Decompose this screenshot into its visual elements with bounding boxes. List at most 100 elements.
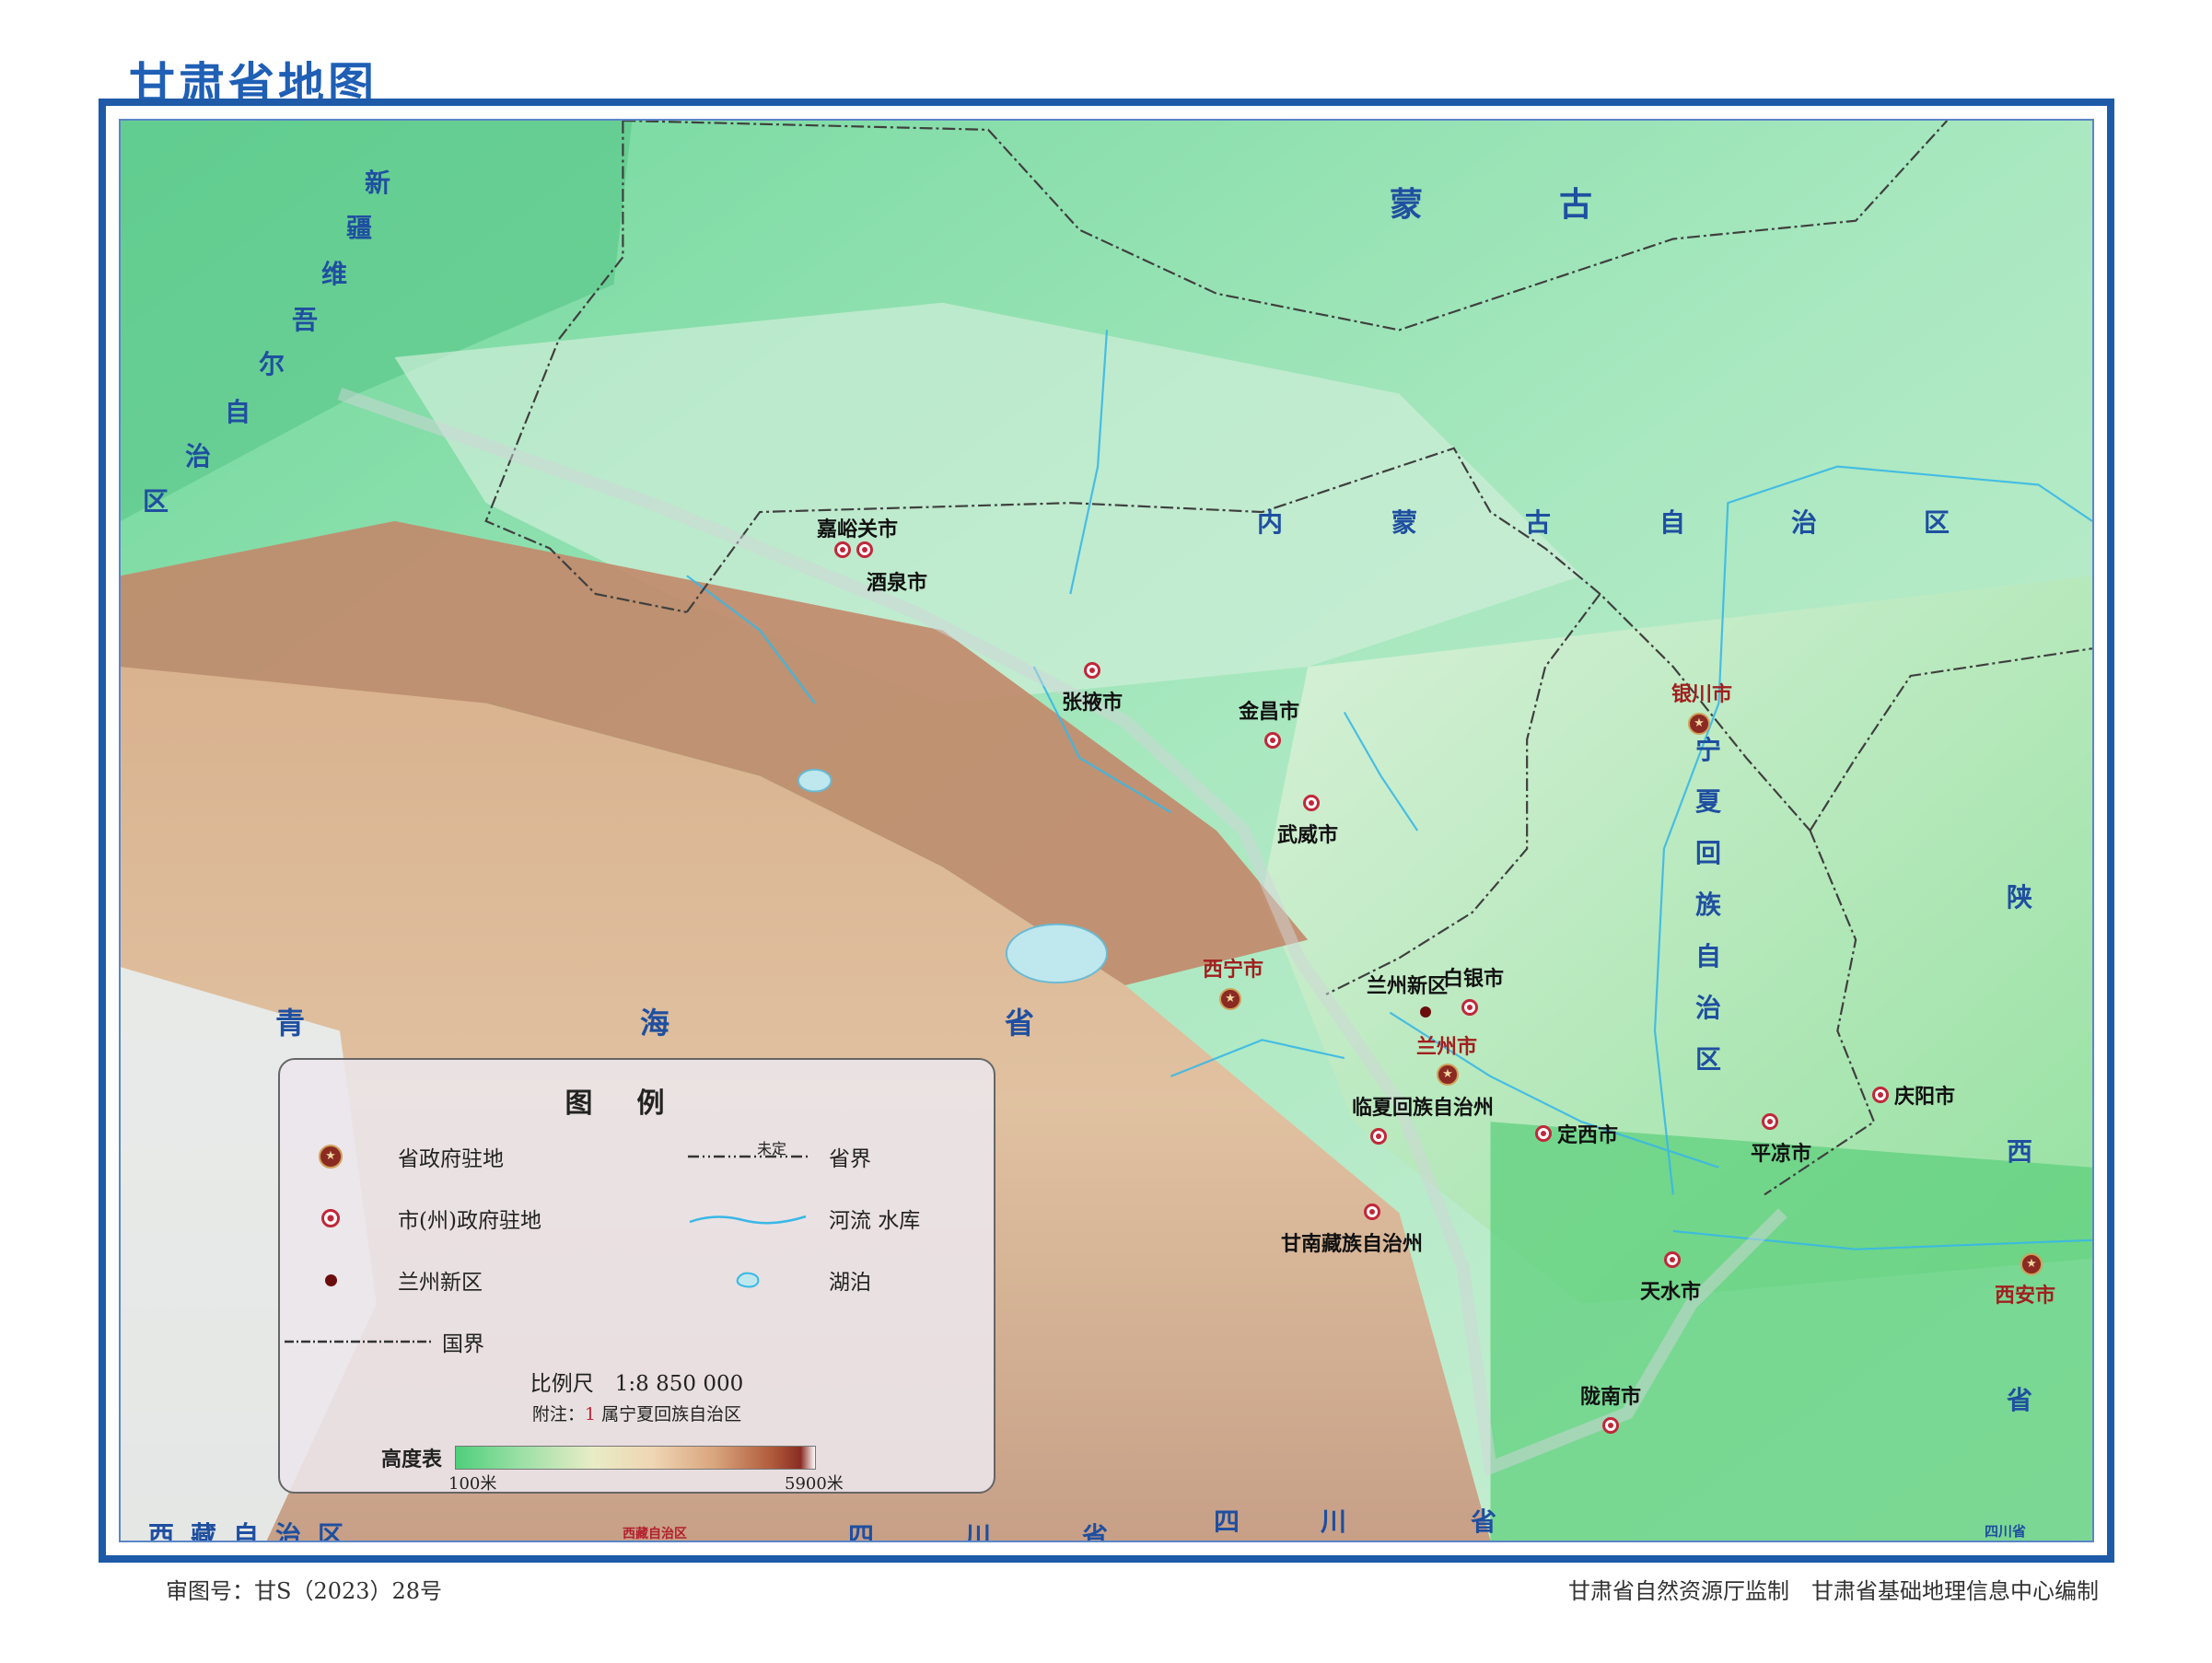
capital-star-icon: ★ [1219, 988, 1241, 1010]
city-jiayuguan-label: 嘉峪关市 [817, 518, 899, 541]
city-lanzhou-new[interactable]: 兰州新区 [1367, 970, 1448, 1018]
city-linxia-label: 临夏回族自治州 [1352, 1097, 1495, 1120]
city-gannan[interactable]: 甘南藏族自治州 [1281, 1204, 1423, 1257]
city-dingxi-label: 定西市 [1557, 1124, 1619, 1147]
label-sichuan-1: 四 [848, 1521, 875, 1542]
legend-capital-label: 省政府驻地 [398, 1147, 504, 1171]
prefecture-seat-icon [834, 541, 851, 558]
label-mongolia-2: 古 [1559, 185, 1593, 224]
label-mongolia-1: 蒙 [1390, 185, 1424, 224]
city-xian[interactable]: ★ 西安市 [1995, 1253, 2055, 1308]
city-zhangye[interactable]: 张掖市 [1062, 662, 1123, 715]
legend-river: 河流 水库 [683, 1203, 920, 1234]
label-ningxia-5: 自 [1695, 941, 1722, 971]
legend-panel: 图例 ★ 省政府驻地 市(州)政府驻地 兰州新区 国界 未定 省界 河流 水库 … [278, 1058, 995, 1494]
city-gannan-label: 甘南藏族自治州 [1281, 1233, 1424, 1256]
city-wuwei[interactable]: 武威市 [1277, 795, 1338, 848]
legend-national-border: 国界 [280, 1326, 484, 1357]
provincial-border-line-icon [688, 1155, 808, 1158]
city-tianshui-label: 天水市 [1640, 1281, 1702, 1304]
city-qingyang-label: 庆阳市 [1894, 1086, 1956, 1109]
label-sichuan-r2: 川 [1321, 1506, 1347, 1537]
undetermined-label: 未定 [757, 1140, 787, 1157]
prefecture-seat-icon [321, 1209, 340, 1227]
elevation-min: 100米 [448, 1474, 497, 1494]
label-sichuan-3: 省 [1082, 1521, 1109, 1542]
legend-title: 图例 [565, 1087, 709, 1120]
city-linxia[interactable]: 临夏回族自治州 [1352, 1091, 1494, 1145]
city-jiuquan-label: 酒泉市 [867, 572, 928, 595]
elevation-gradient-bar [455, 1446, 817, 1470]
capital-star-icon: ★ [1688, 713, 1710, 735]
label-xinjiang-3: 维 [321, 259, 348, 289]
label-inner-mongolia-5: 治 [1791, 507, 1818, 538]
legend-national-border-label: 国界 [442, 1332, 484, 1356]
river-icon [689, 1215, 807, 1225]
label-ningxia-7: 区 [1695, 1044, 1722, 1075]
elevation-max: 5900米 [785, 1474, 844, 1494]
lake-icon [736, 1272, 760, 1288]
city-xining-label: 西宁市 [1203, 959, 1264, 982]
label-shaanxi-2: 西 [2007, 1136, 2033, 1167]
prefecture-seat-icon [1664, 1251, 1681, 1268]
label-inner-mongolia-2: 蒙 [1391, 507, 1418, 538]
city-jiayuguan[interactable]: 嘉峪关市 [817, 513, 898, 542]
city-qingyang[interactable]: 庆阳市 [1872, 1080, 1955, 1110]
label-tibet: 西藏自治区 [148, 1520, 361, 1542]
capital-star-icon: ★ [1437, 1064, 1459, 1086]
legend-scale: 比例尺 1:8 850 000 [530, 1372, 744, 1396]
legend-newarea-label: 兰州新区 [398, 1271, 483, 1295]
label-ningxia-6: 治 [1695, 993, 1722, 1023]
label-ningxia-4: 族 [1695, 890, 1722, 920]
qinghai-lake [1005, 923, 1108, 984]
legend-newarea: 兰州新区 [280, 1264, 483, 1296]
city-xian-label: 西安市 [1995, 1285, 2056, 1308]
city-longnan[interactable]: 陇南市 [1580, 1380, 1641, 1434]
city-jiuquan[interactable]: 酒泉市 [867, 566, 927, 596]
city-lanzhou-label: 兰州市 [1416, 1036, 1478, 1059]
label-ningxia-1: 宁 [1695, 735, 1722, 765]
label-shaanxi-3: 省 [2007, 1385, 2033, 1415]
city-jinchang[interactable]: 金昌市 [1239, 695, 1299, 749]
label-ningxia-2: 夏 [1695, 786, 1722, 817]
label-xinjiang-4: 吾 [292, 305, 319, 335]
prefecture-seat-icon [1762, 1113, 1778, 1130]
city-pingliang-label: 平凉市 [1751, 1143, 1812, 1166]
city-tianshui[interactable]: 天水市 [1640, 1251, 1701, 1305]
legend-river-label: 河流 水库 [829, 1209, 921, 1233]
hala-lake [797, 768, 832, 793]
label-xinjiang-2: 疆 [346, 213, 373, 243]
note-mark: 1 [584, 1404, 597, 1425]
map-area[interactable]: 新 疆 维 吾 尔 自 治 区 蒙 古 内 蒙 古 自 治 区 宁 夏 回 族 … [119, 119, 2094, 1542]
label-sichuan-2: 川 [965, 1521, 992, 1542]
legend-prefecture-label: 市(州)政府驻地 [398, 1209, 541, 1233]
city-baiyin-label: 白银市 [1443, 968, 1505, 991]
city-dingxi[interactable]: 定西市 [1535, 1119, 1618, 1148]
national-border-line-icon [285, 1340, 432, 1343]
elevation-label: 高度表 [381, 1448, 443, 1471]
label-ningxia-3: 回 [1695, 838, 1722, 868]
label-inner-mongolia-4: 自 [1659, 507, 1686, 538]
label-sichuan-r3: 省 [1471, 1506, 1497, 1537]
city-xining[interactable]: 西宁市 ★ [1203, 953, 1263, 1010]
capital-star-icon: ★ [2020, 1253, 2043, 1275]
legend-lake-label: 湖泊 [829, 1271, 871, 1295]
city-lanzhou[interactable]: 兰州市 ★ [1416, 1030, 1477, 1086]
elevation-scale: 高度表 [381, 1443, 817, 1472]
legend-note: 附注：1 属宁夏回族自治区 [280, 1401, 994, 1425]
city-jiayuguan-symbol[interactable] [834, 541, 873, 558]
capital-star-icon: ★ [319, 1145, 343, 1169]
city-longnan-label: 陇南市 [1580, 1386, 1642, 1409]
legend-lake: 湖泊 [683, 1264, 871, 1296]
city-lanzhou-new-label: 兰州新区 [1367, 975, 1449, 998]
city-pingliang[interactable]: 平凉市 [1751, 1113, 1811, 1167]
city-baiyin[interactable]: 白银市 [1443, 962, 1504, 1016]
prefecture-seat-icon [1461, 999, 1478, 1016]
label-xinjiang-7: 治 [185, 441, 212, 471]
label-inner-mongolia-6: 区 [1924, 507, 1950, 538]
city-yinchuan[interactable]: 银川市 ★ [1671, 678, 1732, 735]
map-frame: 新 疆 维 吾 尔 自 治 区 蒙 古 内 蒙 古 自 治 区 宁 夏 回 族 … [99, 99, 2114, 1563]
legend-prefecture: 市(州)政府驻地 [280, 1203, 541, 1234]
city-yinchuan-label: 银川市 [1671, 683, 1733, 706]
prefecture-seat-icon [1364, 1204, 1380, 1220]
